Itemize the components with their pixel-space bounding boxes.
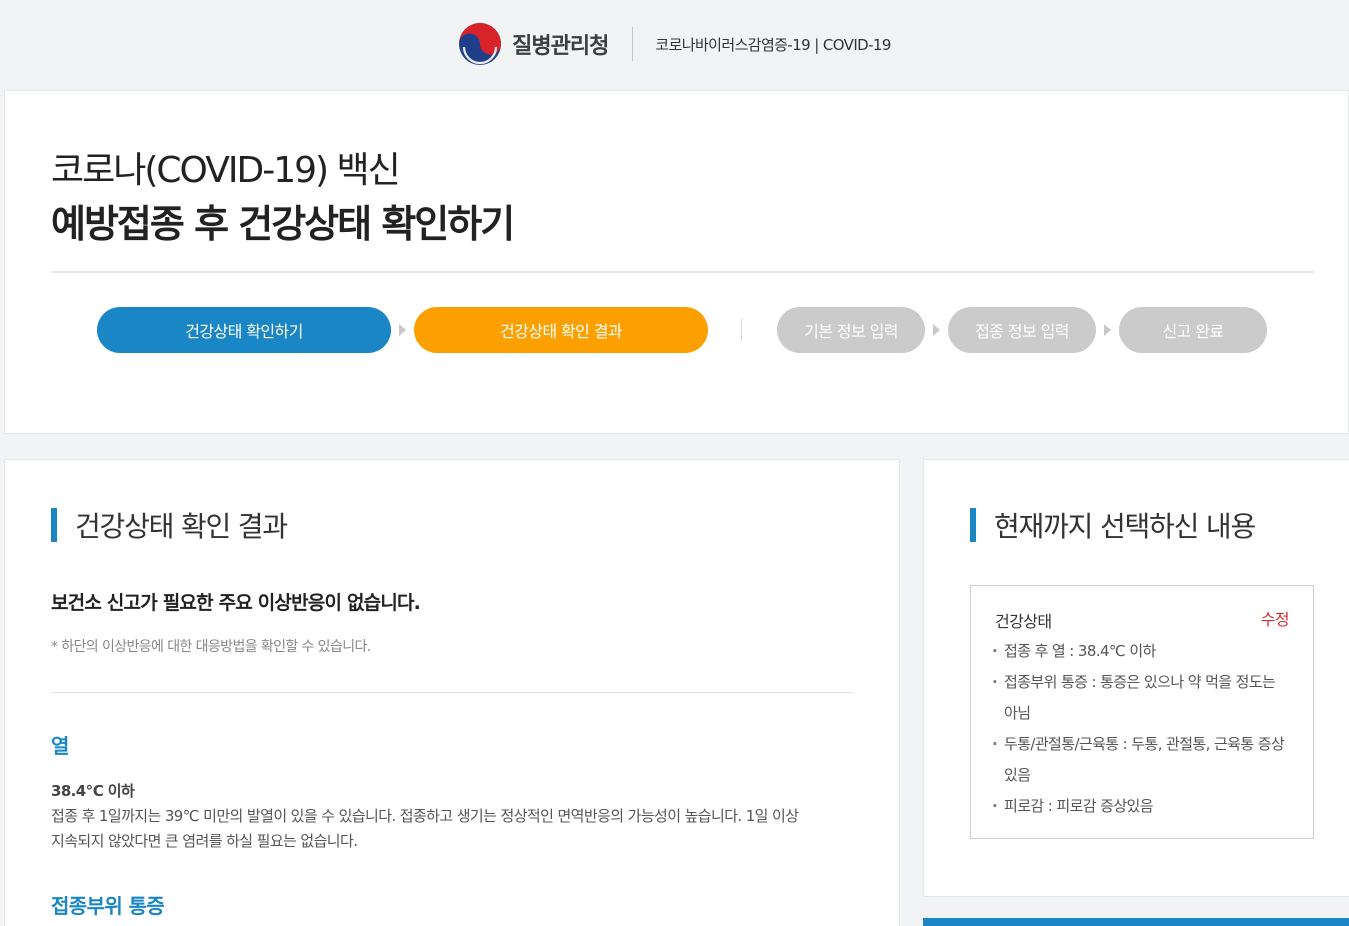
result-panel: 건강상태 확인 결과 보건소 신고가 필요한 주요 이상반응이 없습니다. * … xyxy=(4,459,900,926)
page-title-line2: 예방접종 후 건강상태 확인하기 xyxy=(51,202,515,246)
summary-box-title: 건강상태 xyxy=(995,612,1052,631)
result-divider xyxy=(51,692,854,693)
step-arrow-icon xyxy=(933,324,940,336)
agency-name: 질병관리청 xyxy=(512,34,609,59)
summary-list: 접종 후 열 : 38.4℃ 이하 접종부위 통증 : 통증은 있으나 약 먹을… xyxy=(991,636,1291,822)
summary-panel: 현재까지 선택하신 내용 건강상태 수정 접종 후 열 : 38.4℃ 이하 접… xyxy=(923,459,1349,897)
summary-item-aches: 두통/관절통/근육통 : 두통, 관절통, 근육통 증상있음 xyxy=(991,729,1291,791)
result-heading-text: 건강상태 확인 결과 xyxy=(75,510,288,543)
edit-link[interactable]: 수정 xyxy=(1261,606,1290,630)
result-heading: 건강상태 확인 결과 xyxy=(51,505,288,545)
site-header: 질병관리청 코로나바이러스감염증-19 | COVID-19 xyxy=(0,0,1349,88)
fever-item-description: 접종 후 1일까지는 39℃ 미만의 발열이 있을 수 있습니다. 접종하고 생… xyxy=(51,807,799,850)
step-basic-info: 기본 정보 입력 xyxy=(777,307,925,353)
next-button-edge[interactable] xyxy=(923,918,1349,926)
heading-accent-bar xyxy=(51,508,57,542)
title-divider xyxy=(51,271,1314,273)
site-name: 코로나바이러스감염증-19 | COVID-19 xyxy=(655,35,891,54)
result-note: * 하단의 이상반응에 대한 대응방법을 확인할 수 있습니다. xyxy=(51,639,371,655)
step-report-complete: 신고 완료 xyxy=(1119,307,1267,353)
summary-item-fatigue: 피로감 : 피로감 증상있음 xyxy=(991,791,1291,822)
step-health-check: 건강상태 확인하기 xyxy=(97,307,391,353)
section-injection-pain-title: 접종부위 통증 xyxy=(51,894,165,918)
summary-item-fever: 접종 후 열 : 38.4℃ 이하 xyxy=(991,636,1291,667)
step-arrow-icon xyxy=(399,324,406,336)
result-main-message: 보건소 신고가 필요한 주요 이상반응이 없습니다. xyxy=(51,592,421,614)
summary-heading-text: 현재까지 선택하신 내용 xyxy=(994,510,1256,543)
summary-heading: 현재까지 선택하신 내용 xyxy=(970,505,1256,545)
page-title-line1: 코로나(COVID-19) 백신 xyxy=(51,150,401,191)
header-divider xyxy=(632,27,634,61)
fever-item-title: 38.4℃ 이하 xyxy=(51,782,135,800)
heading-accent-bar xyxy=(970,508,976,542)
section-fever-title: 열 xyxy=(51,734,69,758)
summary-item-injection-pain: 접종부위 통증 : 통증은 있으나 약 먹을 정도는 아님 xyxy=(991,667,1291,729)
step-health-result: 건강상태 확인 결과 xyxy=(414,307,708,353)
taegeuk-logo-icon xyxy=(459,23,502,65)
step-vaccination-info: 접종 정보 입력 xyxy=(948,307,1096,353)
title-panel: 코로나(COVID-19) 백신 예방접종 후 건강상태 확인하기 건강상태 확… xyxy=(4,90,1349,434)
summary-box: 건강상태 수정 접종 후 열 : 38.4℃ 이하 접종부위 통증 : 통증은 … xyxy=(970,585,1314,839)
agency-logo[interactable]: 질병관리청 xyxy=(458,22,609,66)
step-arrow-icon xyxy=(1104,324,1111,336)
step-separator xyxy=(741,319,742,341)
